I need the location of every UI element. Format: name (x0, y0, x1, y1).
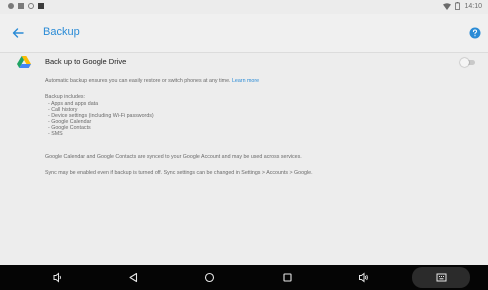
volume-up-icon (359, 272, 368, 283)
system-status: 14:10 (443, 2, 482, 10)
help-icon[interactable] (469, 27, 481, 39)
backup-to-drive-label: Back up to Google Drive (45, 57, 127, 66)
wifi-icon (443, 2, 452, 10)
google-drive-icon (17, 56, 31, 68)
includes-heading: Backup includes: (45, 94, 86, 100)
home-button[interactable] (204, 272, 215, 283)
learn-more-link[interactable]: Learn more (232, 78, 259, 84)
notification-square-icon (38, 3, 44, 9)
notification-dot-icon (8, 3, 14, 9)
back-triangle-icon (129, 272, 138, 283)
app-bar: Backup (0, 14, 488, 53)
volume-down-icon (53, 272, 61, 283)
volume-up-button[interactable] (358, 272, 369, 283)
notification-message-icon (18, 3, 24, 9)
volume-down-button[interactable] (52, 272, 63, 283)
backup-settings-content: Back up to Google Drive Automatic backup… (0, 53, 488, 265)
recents-button[interactable] (282, 272, 293, 283)
navigation-bar (0, 265, 488, 290)
home-circle-icon (204, 272, 215, 283)
intro-sentence: Automatic backup ensures you can easily … (45, 78, 231, 84)
sync-settings-note: Sync may be enabled even if backup is tu… (45, 170, 313, 176)
keyboard-button[interactable] (412, 267, 470, 288)
back-arrow-icon[interactable] (10, 25, 26, 41)
sync-note: Google Calendar and Google Contacts are … (45, 154, 302, 160)
recents-square-icon (283, 273, 292, 282)
clock: 14:10 (464, 2, 482, 10)
intro-text: Automatic backup ensures you can easily … (45, 78, 259, 84)
battery-icon (455, 2, 461, 10)
status-bar: 14:10 (0, 0, 488, 14)
back-button[interactable] (128, 272, 139, 283)
notification-circle-icon (28, 3, 34, 9)
includes-item: - SMS (48, 131, 63, 137)
page-title: Backup (43, 26, 80, 38)
keyboard-icon (436, 273, 447, 282)
backup-toggle[interactable] (460, 58, 476, 67)
toggle-thumb (460, 58, 469, 67)
notification-icons (8, 3, 44, 9)
